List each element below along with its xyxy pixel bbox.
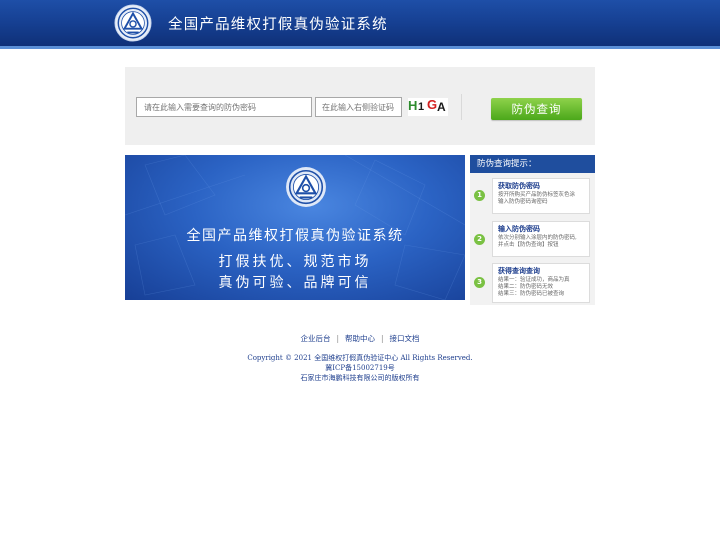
security-code-input[interactable] (136, 97, 312, 117)
site-title: 全国产品维权打假真伪验证系统 (168, 17, 388, 33)
tip-description: 依次分别输入涂层内的防伪密码, 并点击【防伪查询】按钮 (498, 235, 584, 249)
footer-link-api-docs[interactable]: 接口文档 (390, 334, 420, 343)
panel-divider (461, 94, 462, 120)
tip-desc-line: 结果一：验证成功，商品为真 (498, 277, 570, 283)
hero-banner: 全国产品维权打假真伪验证系统 打假扶优、规范市场 真伪可验、品牌可信 (125, 155, 465, 300)
link-separator: | (381, 334, 384, 343)
tip-title: 获取防伪密码 (498, 182, 540, 190)
banner-logo-icon (286, 167, 326, 207)
tip-desc-line: 结果二：防伪密码无效 (498, 284, 554, 290)
tip-desc-line: 依次分别输入涂层内的防伪密码, (498, 235, 577, 241)
owner-text: 石家庄市海鹏科技有限公司的版权所有 (300, 374, 420, 382)
captcha-char: H (408, 98, 418, 113)
tip-title: 获得查询查询 (498, 267, 540, 275)
step-number-badge: 1 (474, 190, 485, 201)
footer-link-admin[interactable]: 企业后台 (300, 334, 330, 343)
captcha-image[interactable]: H 1 G A (408, 97, 448, 116)
footer-link-help[interactable]: 帮助中心 (345, 334, 375, 343)
captcha-input[interactable] (315, 97, 402, 117)
banner-slogan-line2: 真伪可验、品牌可信 (218, 275, 372, 291)
tip-step-3: 获得查询查询 结果一：验证成功，商品为真 结果二：防伪密码无效 结果三：防伪密码… (492, 263, 590, 303)
step-number-badge: 3 (474, 277, 485, 288)
query-tips-panel: 防伪查询提示： 1 获取防伪密码 按开所购买产品防伪标签灰色涂 输入防伪密码询密… (470, 155, 595, 305)
search-panel: H 1 G A 防伪查询 (125, 67, 595, 145)
site-header: 全国产品维权打假真伪验证系统 (0, 0, 720, 46)
captcha-char: G (427, 97, 438, 112)
tip-desc-line: 并点击【防伪查询】按钮 (498, 242, 559, 248)
tip-step-2: 输入防伪密码 依次分别输入涂层内的防伪密码, 并点击【防伪查询】按钮 (492, 221, 590, 257)
captcha-char: A (437, 100, 446, 114)
site-logo-icon[interactable] (114, 4, 152, 42)
tip-title: 输入防伪密码 (498, 225, 540, 233)
verify-query-button[interactable]: 防伪查询 (491, 98, 582, 120)
tip-step-1: 获取防伪密码 按开所购买产品防伪标签灰色涂 输入防伪密码询密码 (492, 178, 590, 214)
footer-nav: 企业后台 | 帮助中心 | 接口文档 (0, 333, 720, 344)
tip-desc-line: 输入防伪密码询密码 (498, 199, 548, 205)
copyright-text: Copyright © 2021 全国维权打假真伪验证中心 All Rights… (247, 354, 473, 362)
tip-desc-line: 结果三：防伪密码已被查询 (498, 291, 565, 297)
link-separator: | (336, 334, 339, 343)
captcha-char: 1 (418, 101, 425, 113)
tips-heading: 防伪查询提示： (470, 155, 595, 173)
banner-slogan-line1: 打假扶优、规范市场 (218, 254, 372, 270)
header-divider (0, 46, 720, 49)
icp-license[interactable]: 冀ICP备15002719号 (0, 363, 720, 373)
tip-desc-line: 按开所购买产品防伪标签灰色涂 (498, 192, 576, 198)
tip-description: 结果一：验证成功，商品为真 结果二：防伪密码无效 结果三：防伪密码已被查询 (498, 277, 584, 298)
banner-title: 全国产品维权打假真伪验证系统 (186, 228, 404, 244)
tip-description: 按开所购买产品防伪标签灰色涂 输入防伪密码询密码 (498, 192, 584, 206)
step-number-badge: 2 (474, 234, 485, 245)
